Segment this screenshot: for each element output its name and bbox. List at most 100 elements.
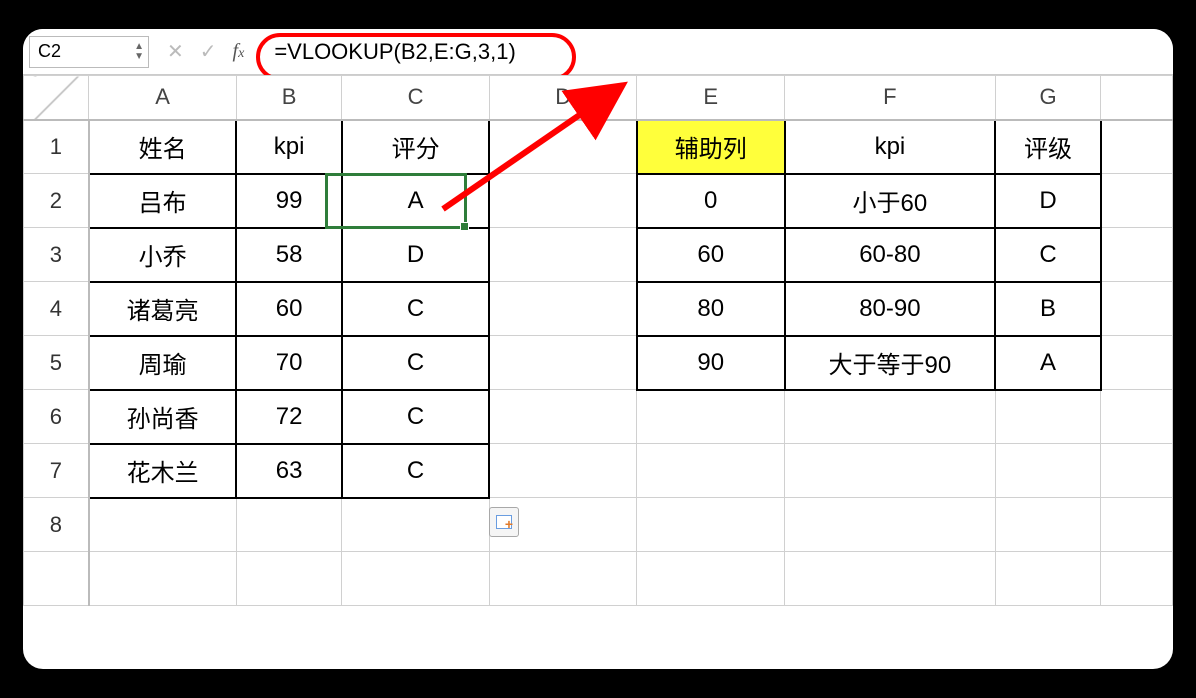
cell[interactable] (785, 498, 996, 552)
cell[interactable]: 80 (637, 282, 785, 336)
row-header[interactable]: 6 (24, 390, 89, 444)
cell[interactable]: C (342, 282, 490, 336)
cell[interactable] (1101, 390, 1173, 444)
cell[interactable]: 63 (236, 444, 341, 498)
cell[interactable] (342, 552, 490, 606)
col-header-A[interactable]: A (89, 76, 237, 120)
cell[interactable]: 花木兰 (89, 444, 237, 498)
cell[interactable] (489, 390, 637, 444)
cell[interactable] (995, 498, 1100, 552)
cell[interactable] (995, 390, 1100, 444)
row-header[interactable]: 2 (24, 174, 89, 228)
cell[interactable]: 60 (236, 282, 341, 336)
cell[interactable]: 70 (236, 336, 341, 390)
cell[interactable]: C (995, 228, 1100, 282)
cell[interactable]: 58 (236, 228, 341, 282)
row-header[interactable]: 5 (24, 336, 89, 390)
paste-options-icon[interactable]: + (489, 507, 519, 537)
cell[interactable] (1101, 282, 1173, 336)
cell[interactable] (489, 174, 637, 228)
spin-down-icon[interactable]: ▼ (134, 52, 144, 62)
cell[interactable]: D (995, 174, 1100, 228)
cell[interactable] (489, 336, 637, 390)
cell[interactable] (1101, 174, 1173, 228)
col-header-F[interactable]: F (785, 76, 996, 120)
cell[interactable] (1101, 552, 1173, 606)
cell[interactable] (89, 498, 237, 552)
cell[interactable]: 60 (637, 228, 785, 282)
spin-up-icon[interactable]: ▲ (134, 42, 144, 52)
cell[interactable]: 评分 (342, 120, 490, 174)
cell[interactable] (489, 282, 637, 336)
cell[interactable]: 72 (236, 390, 341, 444)
cell[interactable]: 辅助列 (637, 120, 785, 174)
cell[interactable] (995, 444, 1100, 498)
cell[interactable] (785, 552, 996, 606)
row-header[interactable]: 7 (24, 444, 89, 498)
cell[interactable]: kpi (785, 120, 996, 174)
col-header-E[interactable]: E (637, 76, 785, 120)
col-header-G[interactable]: G (995, 76, 1100, 120)
row-header[interactable]: 8 (24, 498, 89, 552)
cell[interactable] (1101, 336, 1173, 390)
cell[interactable]: 吕布 (89, 174, 237, 228)
name-box[interactable]: C2 ▲ ▼ (29, 36, 149, 68)
col-header-C[interactable]: C (342, 76, 490, 120)
formula-input[interactable]: =VLOOKUP(B2,E:G,3,1) (256, 35, 1167, 69)
cell[interactable] (489, 444, 637, 498)
cell[interactable]: 大于等于90 (785, 336, 996, 390)
select-all-corner[interactable] (24, 76, 89, 120)
cell[interactable] (995, 552, 1100, 606)
cell[interactable]: A (995, 336, 1100, 390)
fx-icon[interactable]: fx (233, 40, 245, 63)
cell[interactable] (1101, 498, 1173, 552)
cell[interactable] (489, 552, 637, 606)
row-header[interactable]: 3 (24, 228, 89, 282)
cell[interactable] (637, 390, 785, 444)
cell[interactable] (637, 498, 785, 552)
cell[interactable]: 姓名 (89, 120, 237, 174)
cell[interactable]: 小于60 (785, 174, 996, 228)
col-header-B[interactable]: B (236, 76, 341, 120)
col-header-end[interactable] (1101, 76, 1173, 120)
cell[interactable] (785, 444, 996, 498)
row-header[interactable]: 4 (24, 282, 89, 336)
cell[interactable] (489, 228, 637, 282)
cell-selected[interactable]: A (342, 174, 490, 228)
row-header[interactable] (24, 552, 89, 606)
cell[interactable]: 99 (236, 174, 341, 228)
cell[interactable] (89, 552, 237, 606)
cell[interactable]: 80-90 (785, 282, 996, 336)
cell[interactable]: C (342, 390, 490, 444)
cell[interactable]: D (342, 228, 490, 282)
name-box-spinner[interactable]: ▲ ▼ (134, 37, 144, 67)
cell[interactable]: 孙尚香 (89, 390, 237, 444)
cell[interactable] (342, 498, 490, 552)
cell[interactable] (236, 498, 341, 552)
row-header[interactable]: 1 (24, 120, 89, 174)
cell[interactable] (236, 552, 341, 606)
cell[interactable]: B (995, 282, 1100, 336)
cell[interactable]: C (342, 336, 490, 390)
col-header-D[interactable]: D (489, 76, 637, 120)
cell[interactable]: 90 (637, 336, 785, 390)
cell[interactable]: 周瑜 (89, 336, 237, 390)
cell[interactable]: C (342, 444, 490, 498)
cell[interactable] (637, 444, 785, 498)
cell[interactable] (1101, 120, 1173, 174)
cell[interactable]: 评级 (995, 120, 1100, 174)
cell[interactable]: 诸葛亮 (89, 282, 237, 336)
cell[interactable]: 0 (637, 174, 785, 228)
cell[interactable]: 60-80 (785, 228, 996, 282)
cell[interactable]: kpi (236, 120, 341, 174)
cell[interactable] (489, 120, 637, 174)
spreadsheet-grid[interactable]: A B C D E F G 1 姓名 kpi 评分 辅 (23, 75, 1173, 606)
spreadsheet-window: C2 ▲ ▼ ✕ ✓ fx =VLOOKUP(B2,E:G,3,1) (23, 29, 1173, 669)
cell[interactable] (1101, 228, 1173, 282)
cell[interactable] (1101, 444, 1173, 498)
cancel-icon[interactable]: ✕ (167, 39, 184, 64)
cell[interactable] (785, 390, 996, 444)
cell[interactable]: 小乔 (89, 228, 237, 282)
confirm-icon[interactable]: ✓ (200, 39, 217, 64)
cell[interactable] (637, 552, 785, 606)
